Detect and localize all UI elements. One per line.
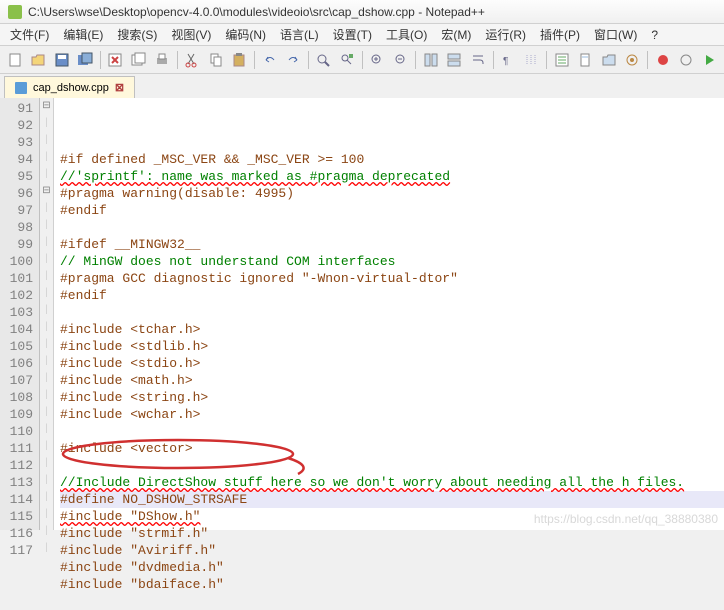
separator [647, 51, 648, 69]
cut-icon[interactable] [182, 49, 203, 71]
menu-view[interactable]: 视图(V) [165, 24, 217, 45]
menu-file[interactable]: 文件(F) [4, 24, 55, 45]
separator [362, 51, 363, 69]
save-icon[interactable] [51, 49, 72, 71]
save-all-icon[interactable] [74, 49, 95, 71]
zoom-in-icon[interactable] [367, 49, 388, 71]
stop-record-icon[interactable] [675, 49, 696, 71]
title-bar: C:\Users\wse\Desktop\opencv-4.0.0\module… [0, 0, 724, 24]
function-list-icon[interactable] [551, 49, 572, 71]
fold-gutter[interactable]: ⊟||||⊟||||||||||||||||||||| [40, 98, 54, 530]
menu-bar: 文件(F) 编辑(E) 搜索(S) 视图(V) 编码(N) 语言(L) 设置(T… [0, 24, 724, 46]
doc-map-icon[interactable] [575, 49, 596, 71]
menu-window[interactable]: 窗口(W) [588, 24, 643, 45]
tab-close-icon[interactable]: ⊠ [115, 81, 124, 94]
zoom-out-icon[interactable] [390, 49, 411, 71]
menu-settings[interactable]: 设置(T) [327, 24, 378, 45]
menu-encoding[interactable]: 编码(N) [219, 24, 272, 45]
wrap-icon[interactable] [467, 49, 488, 71]
separator [254, 51, 255, 69]
separator [308, 51, 309, 69]
menu-language[interactable]: 语言(L) [274, 24, 325, 45]
close-all-icon[interactable] [128, 49, 149, 71]
line-number-gutter: 9192939495969798991001011021031041051061… [0, 98, 40, 530]
tab-bar: cap_dshow.cpp ⊠ [0, 74, 724, 98]
menu-tools[interactable]: 工具(O) [380, 24, 433, 45]
play-icon[interactable] [699, 49, 720, 71]
copy-icon[interactable] [205, 49, 226, 71]
separator [493, 51, 494, 69]
window-title: C:\Users\wse\Desktop\opencv-4.0.0\module… [28, 5, 485, 19]
menu-edit[interactable]: 编辑(E) [57, 24, 109, 45]
menu-plugins[interactable]: 插件(P) [534, 24, 586, 45]
app-icon [8, 5, 22, 19]
file-icon [15, 82, 27, 94]
monitor-icon[interactable] [622, 49, 643, 71]
watermark: https://blog.csdn.net/qq_38880380 [534, 512, 718, 526]
tab-label: cap_dshow.cpp [33, 82, 109, 94]
editor-area[interactable]: 9192939495969798991001011021031041051061… [0, 98, 724, 530]
paste-icon[interactable] [229, 49, 250, 71]
menu-run[interactable]: 运行(R) [479, 24, 532, 45]
close-icon[interactable] [105, 49, 126, 71]
sync-v-icon[interactable] [420, 49, 441, 71]
sync-h-icon[interactable] [444, 49, 465, 71]
new-file-icon[interactable] [4, 49, 25, 71]
menu-help[interactable]: ? [645, 26, 664, 44]
undo-icon[interactable] [259, 49, 280, 71]
menu-macro[interactable]: 宏(M) [435, 24, 477, 45]
toolbar: ¶ [0, 46, 724, 74]
open-file-icon[interactable] [27, 49, 48, 71]
separator [100, 51, 101, 69]
menu-search[interactable]: 搜索(S) [111, 24, 163, 45]
separator [177, 51, 178, 69]
find-icon[interactable] [313, 49, 334, 71]
tab-active[interactable]: cap_dshow.cpp ⊠ [4, 76, 135, 98]
redo-icon[interactable] [282, 49, 303, 71]
folder-workspace-icon[interactable] [598, 49, 619, 71]
replace-icon[interactable] [336, 49, 357, 71]
separator [546, 51, 547, 69]
separator [415, 51, 416, 69]
svg-text:¶: ¶ [503, 56, 508, 67]
indent-guide-icon[interactable] [521, 49, 542, 71]
code-area[interactable]: #if defined _MSC_VER && _MSC_VER >= 100/… [54, 98, 724, 530]
print-icon[interactable] [151, 49, 172, 71]
show-all-chars-icon[interactable]: ¶ [498, 49, 519, 71]
record-icon[interactable] [652, 49, 673, 71]
